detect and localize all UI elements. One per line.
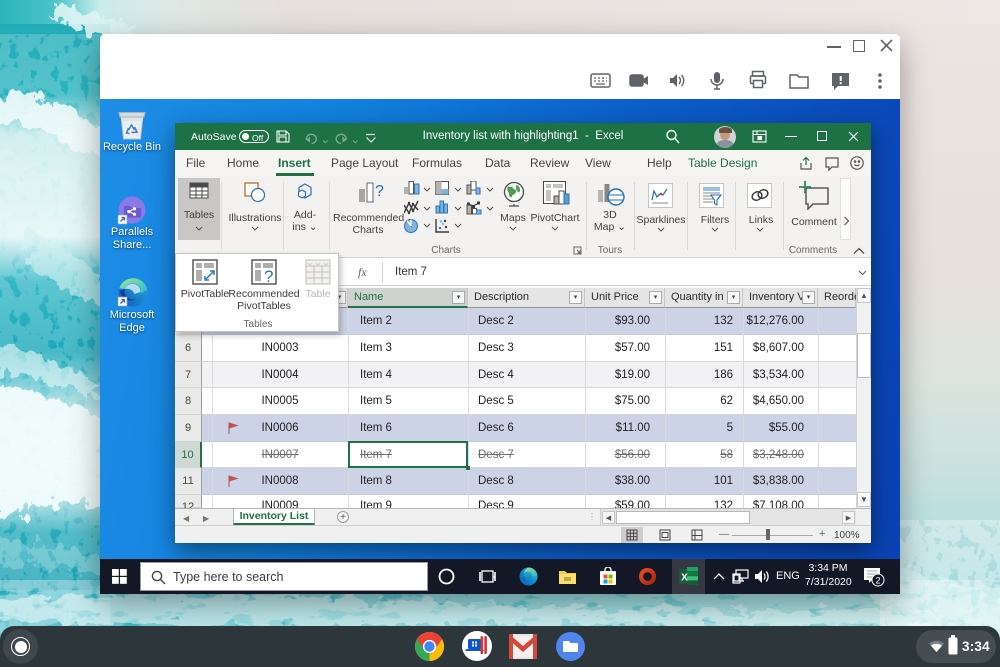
svg-text:X: X xyxy=(681,573,688,584)
svg-text:?: ? xyxy=(375,183,384,200)
svg-text:2: 2 xyxy=(875,576,880,586)
svg-text:?: ? xyxy=(264,267,273,285)
